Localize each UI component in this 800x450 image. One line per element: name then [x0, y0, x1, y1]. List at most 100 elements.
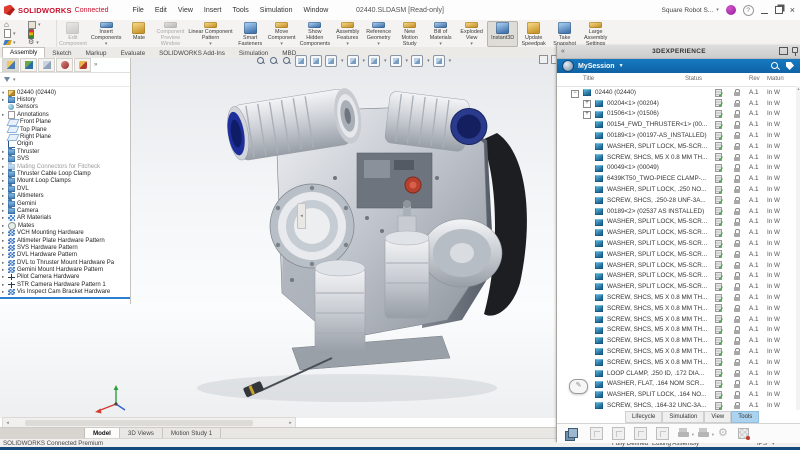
tab-property-manager[interactable]	[20, 58, 37, 72]
table-row[interactable]: WASHER, SPLIT LOCK, .250 NO...✓A.1In W	[557, 184, 800, 195]
column-header-status[interactable]: Status	[685, 76, 702, 82]
export-icon[interactable]: ▾	[698, 428, 709, 439]
tab-markup[interactable]: Markup	[79, 49, 114, 58]
view-orientation-icon[interactable]	[325, 55, 337, 67]
zoom-to-fit-icon[interactable]	[256, 56, 266, 66]
home-icon[interactable]: ⌂	[4, 20, 28, 29]
tab-solidworks-add-ins[interactable]: SOLIDWORKS Add-Ins	[152, 49, 232, 58]
action-pad-handle[interactable]: ✎	[569, 379, 588, 394]
help-button[interactable]: ?	[743, 5, 754, 16]
tab-evaluate[interactable]: Evaluate	[114, 49, 153, 58]
tree-item-history[interactable]: ▸History	[0, 96, 130, 103]
restore-button[interactable]	[775, 6, 783, 14]
table-row[interactable]: +00204<1> (00204)✓A.1In W	[557, 98, 800, 109]
tree-item-str-camera-hardware-pattern-1[interactable]: ▸STR Camera Hardware Pattern 1	[0, 281, 130, 288]
linear-component-pattern-button[interactable]: Linear Component Pattern▾	[186, 21, 234, 47]
expand-toggle-icon[interactable]: −	[571, 90, 579, 98]
bill-of-materials-button[interactable]: Bill of Materials▾	[425, 21, 456, 47]
apply-scene-icon[interactable]	[411, 55, 423, 67]
tree-item-mating-connectors-for-fitcheck[interactable]: ▸Mating Connectors for Fitcheck	[0, 163, 130, 170]
menu-tools[interactable]: Tools	[232, 7, 248, 14]
scroll-right-icon[interactable]: ▸	[286, 420, 295, 426]
panel-tab-lifecycle[interactable]: Lifecycle	[625, 411, 662, 423]
table-row[interactable]: WASHER, SPLIT LOCK, M5-SCR...✓A.1In W	[557, 271, 800, 282]
edit-appearance-icon[interactable]	[390, 55, 402, 67]
chevron-down-icon[interactable]: ▼	[619, 63, 624, 69]
menu-view[interactable]: View	[178, 7, 193, 14]
take-snapshot-button[interactable]: Take Snapshot	[549, 21, 580, 47]
search-icon[interactable]	[770, 61, 780, 71]
table-row[interactable]: LOOP CLAMP, .250 ID, .172 DIA...✓A.1In W	[557, 368, 800, 379]
column-header-title[interactable]: Title	[583, 76, 594, 82]
relations-icon[interactable]	[590, 427, 603, 440]
tab-feature-tree[interactable]	[2, 58, 19, 72]
table-row[interactable]: SCREW, SHCS, M5 X 0.8 MM TH...✓A.1In W	[557, 292, 800, 303]
view-settings-icon[interactable]	[433, 55, 445, 67]
lifecycle-status-icon[interactable]	[28, 29, 52, 38]
table-row[interactable]: WASHER, SPLIT LOCK, .164 NO...✓A.1In W	[557, 389, 800, 400]
settings-gear-icon[interactable]	[718, 428, 729, 439]
tree-item-dvl-to-thruster-mount-hardware-pa[interactable]: ▸DVL to Thruster Mount Hardware Pa	[0, 259, 130, 266]
properties-table-icon[interactable]	[738, 428, 749, 439]
tree-item-ar-materials[interactable]: ▸AR Materials	[0, 215, 130, 222]
expand-toggle-icon[interactable]: +	[583, 100, 591, 108]
table-row[interactable]: WASHER, SPLIT LOCK, M5-SCR...✓A.1In W	[557, 260, 800, 271]
dynamic-annotation-views-icon[interactable]	[310, 55, 322, 67]
options-gear-icon[interactable]: ⚙▾	[28, 38, 52, 47]
large-assembly-settings-button[interactable]: Large Assembly Settings	[580, 21, 611, 47]
table-row[interactable]: WASHER, SPLIT LOCK, M5-SCR...✓A.1In W	[557, 238, 800, 249]
table-row[interactable]: SCREW, SHCS, .250-28 UNF-3A...✓A.1In W	[557, 195, 800, 206]
table-row[interactable]: 00189<1> (00197-AS_INSTALLED)✓A.1In W	[557, 130, 800, 141]
table-row[interactable]: 00189<2> (02537 AS INSTALLED)✓A.1In W	[557, 206, 800, 217]
smart-fasteners-button[interactable]: Smart Fasteners	[235, 21, 266, 47]
new-document-icon[interactable]: ▾	[4, 29, 28, 38]
tree-item-mount-loop-clamps[interactable]: ▸Mount Loop Clamps	[0, 178, 130, 185]
tree-item-top-plane[interactable]: Top Plane	[0, 126, 130, 133]
tree-item-annotations[interactable]: ▸Annotations	[0, 111, 130, 118]
new-motion-study-button[interactable]: New Motion Study	[394, 21, 425, 47]
tag-icon[interactable]	[786, 62, 794, 70]
appearance-icon[interactable]: ▾	[4, 38, 28, 47]
mysession-bar[interactable]: MySession ▼	[557, 59, 800, 73]
more-tabs-icon[interactable]: »	[94, 62, 97, 68]
print-icon[interactable]: ▾	[678, 428, 689, 439]
revision-graph-icon[interactable]	[656, 427, 669, 440]
dock-panel-icon[interactable]	[539, 55, 548, 64]
table-row[interactable]: 6439KT50_TWO-PIECE CLAMP-...✓A.1In W	[557, 173, 800, 184]
table-row[interactable]: SCREW, SHCS, M5 X 0.8 MM TH...✓A.1In W	[557, 335, 800, 346]
tab-sketch[interactable]: Sketch	[45, 49, 78, 58]
pin-icon[interactable]	[792, 47, 797, 56]
menu-insert[interactable]: Insert	[204, 7, 222, 14]
instant3d-button[interactable]: Instant3D	[487, 21, 518, 47]
user-avatar[interactable]	[726, 5, 736, 15]
minimize-button[interactable]	[761, 6, 768, 14]
menu-edit[interactable]: Edit	[155, 7, 167, 14]
table-row[interactable]: 00154_FWD_THRUSTER<1> (00...✓A.1In W	[557, 119, 800, 130]
table-row[interactable]: 00049<1> (00049)✓A.1In W	[557, 163, 800, 174]
mate-button[interactable]: Mate	[123, 21, 154, 47]
table-row[interactable]: WASHER, SPLIT LOCK, M5-SCR...✓A.1In W	[557, 217, 800, 228]
account-menu[interactable]: Square Robot S...▾	[662, 7, 719, 14]
section-view-icon[interactable]	[295, 55, 307, 67]
tree-item-svs[interactable]: ▸SVS	[0, 156, 130, 163]
workspace-icon[interactable]: ▾	[28, 20, 52, 29]
reference-geometry-button[interactable]: Reference Geometry▾	[363, 21, 394, 47]
tree-item-vch-mounting-hardware[interactable]: ▸VCH Mounting Hardware	[0, 229, 130, 236]
column-header-rev[interactable]: Rev	[749, 76, 760, 82]
previous-view-icon[interactable]	[282, 56, 292, 66]
table-row[interactable]: SCREW, SHCS, M5 X 0.8 MM TH...✓A.1In W	[557, 357, 800, 368]
table-row[interactable]: SCREW, SHCS, M5 X 0.8 MM TH...✓A.1In W	[557, 303, 800, 314]
collaborative-lifecycle-icon[interactable]	[565, 428, 577, 440]
filter-icon[interactable]	[4, 77, 10, 82]
tree-item-altimeters[interactable]: ▸Altimeters	[0, 192, 130, 199]
tab-configuration-manager[interactable]	[38, 58, 55, 72]
zoom-to-area-icon[interactable]	[269, 56, 279, 66]
table-row[interactable]: WASHER, SPLIT LOCK, M5-SCR...✓A.1In W	[557, 227, 800, 238]
table-row[interactable]: SCREW, SHCS, .164-32 UNC-3A...✓A.1In W	[557, 400, 800, 411]
tree-item-dvl-hardware-pattern[interactable]: ▸DVL Hardware Pattern	[0, 252, 130, 259]
table-row[interactable]: +01506<1> (01506)✓A.1In W	[557, 109, 800, 120]
tree-item-pilot-camera-hardware[interactable]: ▸Pilot Camera Hardware	[0, 274, 130, 281]
tree-item-mates[interactable]: ▸Mates	[0, 222, 130, 229]
tree-item-dvl[interactable]: ▸DVL	[0, 185, 130, 192]
popout-icon[interactable]	[779, 47, 788, 55]
